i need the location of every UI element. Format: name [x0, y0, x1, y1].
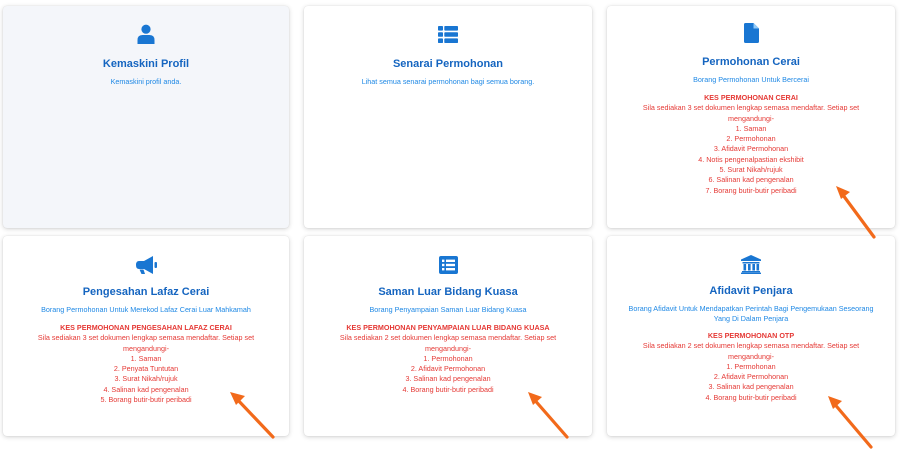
requirements-heading: KES PERMOHONAN PENGESAHAN LAFAZ CERAI	[60, 323, 232, 332]
card-title: Afidavit Penjara	[709, 285, 793, 297]
list-item: 2. Penyata Tuntutan	[113, 364, 179, 374]
card-subtitle: Borang Permohonan Untuk Bercerai	[693, 75, 809, 84]
card-subtitle: Borang Penyampaian Saman Luar Bidang Kua…	[369, 305, 527, 314]
menu-card-grid: Kemaskini Profil Kemaskini profil anda. …	[0, 0, 901, 456]
list-item: 3. Afidavit Permohonan	[713, 144, 789, 154]
requirements-intro: Sila sediakan 3 set dokumen lengkap sema…	[642, 103, 860, 123]
card-subtitle: Kemaskini profil anda.	[110, 77, 182, 86]
list-alt-icon	[438, 256, 458, 274]
list-item: 2. Afidavit Permohonan	[410, 364, 486, 374]
list-item: 3. Surat Nikah/rujuk	[114, 374, 178, 384]
requirements-heading: KES PERMOHONAN CERAI	[704, 93, 798, 102]
card-kemaskini-profil[interactable]: Kemaskini Profil Kemaskini profil anda.	[3, 6, 289, 228]
list-item: 3. Salinan kad pengenalan	[405, 374, 491, 384]
list-item: 1. Saman	[130, 353, 162, 363]
list-icon	[438, 26, 458, 43]
document-icon	[743, 23, 759, 43]
annotation-arrow	[828, 396, 873, 449]
requirements-intro: Sila sediakan 3 set dokumen lengkap sema…	[37, 333, 255, 353]
requirements-list: KES PERMOHONAN OTP Sila sediakan 2 set d…	[607, 331, 895, 403]
list-item: 3. Salinan kad pengenalan	[708, 382, 794, 392]
card-subtitle: Borang Permohonan Untuk Merekod Lafaz Ce…	[41, 305, 251, 314]
card-subtitle: Lihat semua senarai permohonan bagi semu…	[361, 77, 535, 86]
annotation-arrow	[836, 186, 876, 239]
list-item: 1. Permohonan	[423, 353, 473, 363]
annotation-arrow	[230, 392, 275, 439]
card-title: Pengesahan Lafaz Cerai	[82, 286, 210, 298]
requirements-intro: Sila sediakan 2 set dokumen lengkap sema…	[339, 333, 557, 353]
list-item: 5. Surat Nikah/rujuk	[719, 165, 783, 175]
card-title: Senarai Permohonan	[392, 58, 504, 70]
card-senarai-permohonan[interactable]: Senarai Permohonan Lihat semua senarai p…	[304, 6, 592, 228]
card-subtitle: Borang Afidavit Untuk Mendapatkan Perint…	[628, 304, 874, 323]
list-item: 2. Permohonan	[726, 134, 776, 144]
list-item: 4. Notis pengenalpastian ekshibit	[698, 154, 804, 164]
requirements-intro: Sila sediakan 2 set dokumen lengkap sema…	[642, 341, 860, 361]
requirements-heading: KES PERMOHONAN OTP	[707, 331, 795, 340]
user-icon	[137, 24, 155, 44]
card-title: Permohonan Cerai	[702, 56, 800, 68]
list-item: 2. Afidavit Permohonan	[713, 372, 789, 382]
list-item: 1. Permohonan	[726, 361, 776, 371]
requirements-list: KES PERMOHONAN PENYAMPAIAN LUAR BIDANG K…	[304, 323, 592, 395]
annotation-arrow	[528, 392, 569, 439]
requirements-heading: KES PERMOHONAN PENYAMPAIAN LUAR BIDANG K…	[346, 323, 550, 332]
list-item: 1. Saman	[735, 123, 767, 133]
card-title: Kemaskini Profil	[102, 58, 190, 70]
institution-icon	[741, 255, 761, 274]
megaphone-icon	[136, 256, 157, 274]
card-title: Saman Luar Bidang Kuasa	[378, 286, 518, 298]
requirements-list: KES PERMOHONAN CERAI Sila sediakan 3 set…	[607, 93, 895, 196]
